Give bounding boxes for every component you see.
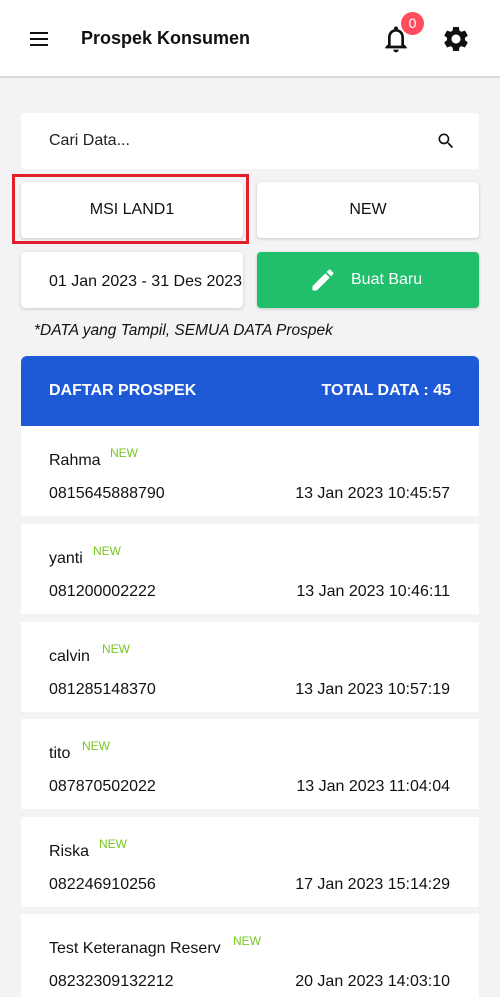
prospect-phone: 081285148370 (49, 681, 156, 698)
app-bar: Prospek Konsumen 0 (0, 0, 500, 78)
prospect-name: yanti (49, 550, 83, 567)
list-item[interactable]: calvin NEW 081285148370 13 Jan 2023 10:5… (21, 622, 479, 712)
prospect-phone: 081200002222 (49, 583, 156, 600)
page-title: Prospek Konsumen (81, 28, 251, 48)
prospect-name: Riska (49, 843, 90, 860)
prospect-date: 17 Jan 2023 15:14:29 (295, 876, 450, 893)
status-badge: NEW (102, 642, 130, 656)
prospect-phone: 0815645888790 (49, 485, 165, 502)
create-new-button[interactable]: Buat Baru (257, 252, 479, 308)
total-count: TOTAL DATA : 45 (321, 382, 451, 399)
prospect-name: tito (49, 745, 71, 762)
pencil-icon (312, 269, 334, 291)
search-icon[interactable] (436, 131, 456, 151)
highlight-box (12, 174, 249, 244)
list-item[interactable]: Riska NEW 082246910256 17 Jan 2023 15:14… (21, 817, 479, 907)
list-item[interactable]: Test Keteranagn Reserv NEW 0823230913221… (21, 914, 479, 997)
list-item[interactable]: tito NEW 087870502022 13 Jan 2023 11:04:… (21, 719, 479, 809)
prospect-phone: 08232309132212 (49, 973, 174, 990)
prospect-phone: 087870502022 (49, 778, 156, 795)
prospect-date: 13 Jan 2023 11:04:04 (296, 778, 450, 795)
status-badge: NEW (82, 739, 110, 753)
prospect-name: Test Keteranagn Reserv (49, 940, 221, 957)
gear-icon[interactable] (441, 24, 471, 54)
list-item[interactable]: yanti NEW 081200002222 13 Jan 2023 10:46… (21, 524, 479, 614)
search-input[interactable] (49, 113, 429, 169)
prospect-date: 13 Jan 2023 10:46:11 (296, 583, 450, 600)
status-badge: NEW (233, 934, 261, 948)
info-note: *DATA yang Tampil, SEMUA DATA Prospek (34, 322, 333, 339)
list-item[interactable]: Rahma NEW 0815645888790 13 Jan 2023 10:4… (21, 426, 479, 516)
status-badge: NEW (99, 837, 127, 851)
prospect-phone: 082246910256 (49, 876, 156, 893)
prospect-date: 13 Jan 2023 10:45:57 (295, 485, 450, 502)
create-new-label: Buat Baru (351, 271, 423, 288)
status-select[interactable]: NEW (257, 182, 479, 238)
prospect-date: 20 Jan 2023 14:03:10 (295, 973, 450, 990)
status-badge: NEW (110, 446, 138, 460)
status-badge: NEW (93, 544, 121, 558)
prospect-date: 13 Jan 2023 10:57:19 (295, 681, 450, 698)
list-header: DAFTAR PROSPEK TOTAL DATA : 45 (21, 356, 479, 426)
search-box (21, 113, 479, 169)
prospect-name: calvin (49, 648, 90, 665)
prospect-name: Rahma (49, 452, 101, 469)
date-range-picker[interactable]: 01 Jan 2023 - 31 Des 2023 (21, 252, 243, 308)
menu-icon[interactable] (28, 28, 52, 50)
list-title: DAFTAR PROSPEK (49, 382, 197, 399)
notification-badge: 0 (401, 12, 424, 35)
